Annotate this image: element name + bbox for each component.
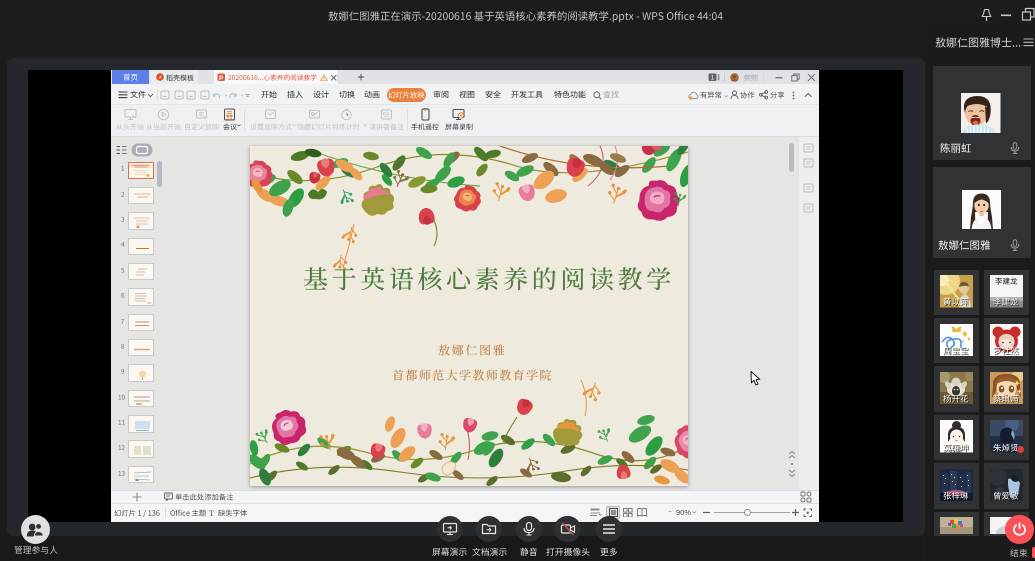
svg-text:1: 1 [711,75,715,82]
svg-text:T: T [209,509,214,517]
svg-text:P: P [219,75,224,82]
